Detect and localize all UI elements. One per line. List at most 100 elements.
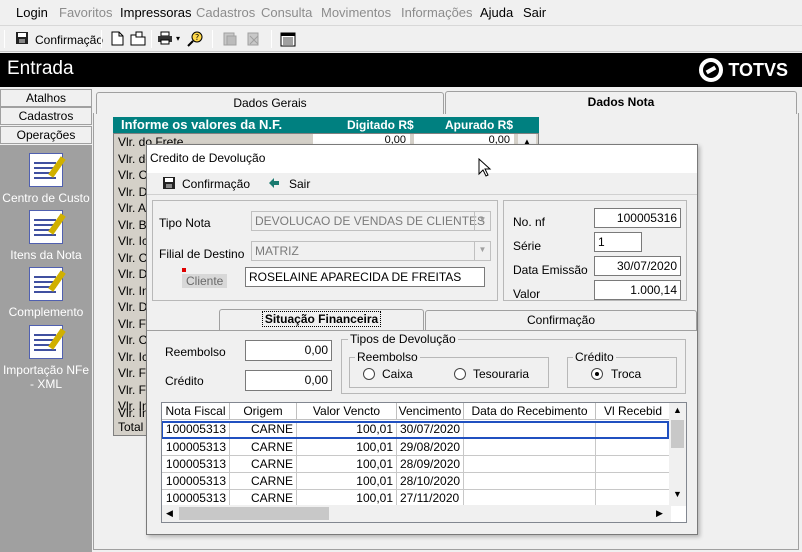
reembolso-input[interactable]: 0,00 bbox=[245, 340, 332, 361]
copy-icon[interactable] bbox=[246, 31, 262, 47]
horizontal-scroll-thumb[interactable] bbox=[179, 507, 329, 520]
menu-movimentos[interactable]: Movimentos bbox=[321, 5, 391, 20]
valor-label: Valor bbox=[513, 287, 541, 301]
cadastros-button[interactable]: Cadastros bbox=[0, 107, 92, 125]
col-header-origem[interactable]: Origem bbox=[230, 403, 297, 420]
valor-input[interactable]: 1.000,14 bbox=[594, 280, 681, 300]
tesouraria-radio[interactable] bbox=[454, 368, 466, 380]
scroll-left-icon[interactable]: ◀ bbox=[166, 508, 173, 519]
exit-arrow-icon[interactable] bbox=[268, 177, 280, 189]
credito-input[interactable]: 0,00 bbox=[245, 370, 332, 391]
left-panel: Atalhos Cadastros Operações Centro de Cu… bbox=[0, 89, 93, 552]
troca-radio[interactable] bbox=[591, 368, 603, 380]
col-header-vencimento[interactable]: Vencimento bbox=[397, 403, 464, 420]
cell-valor-vencto[interactable]: 100,01 bbox=[297, 421, 397, 438]
col-header-nota-fiscal[interactable]: Nota Fiscal bbox=[162, 403, 230, 420]
caixa-label[interactable]: Caixa bbox=[382, 367, 413, 381]
credito-group-legend: Crédito bbox=[573, 350, 616, 364]
cell-origem[interactable]: CARNE bbox=[230, 456, 297, 473]
menu-cadastros[interactable]: Cadastros bbox=[196, 5, 255, 20]
calendar-icon[interactable] bbox=[280, 31, 296, 47]
scroll-right-icon[interactable]: ▶ bbox=[656, 508, 663, 519]
cell-origem[interactable]: CARNE bbox=[230, 421, 297, 438]
vertical-scroll-thumb[interactable] bbox=[671, 420, 684, 448]
troca-label[interactable]: Troca bbox=[611, 367, 641, 381]
cell-vencimento[interactable]: 30/07/2020 bbox=[397, 421, 464, 438]
grid-vertical-scrollbar[interactable]: ▲ ▼ bbox=[669, 403, 686, 506]
tab-confirmacao[interactable]: Confirmação bbox=[425, 310, 697, 331]
menu-login[interactable]: Login bbox=[16, 5, 48, 20]
no-nf-label: No. nf bbox=[513, 215, 546, 229]
col-header-vl-recebido[interactable]: Vl Recebid bbox=[596, 403, 671, 420]
cell-data-recebimento[interactable] bbox=[464, 473, 596, 490]
cell-vl-recebido[interactable] bbox=[596, 473, 671, 490]
menu-consulta[interactable]: Consulta bbox=[261, 5, 312, 20]
new-document-icon[interactable] bbox=[109, 31, 125, 47]
save-icon[interactable] bbox=[14, 31, 30, 47]
tab-dados-gerais[interactable]: Dados Gerais bbox=[96, 92, 444, 114]
serie-input[interactable]: 1 bbox=[594, 232, 642, 252]
cell-vencimento[interactable]: 28/09/2020 bbox=[397, 456, 464, 473]
menu-ajuda[interactable]: Ajuda bbox=[480, 5, 513, 20]
required-marker-icon bbox=[182, 268, 186, 272]
atalhos-button[interactable]: Atalhos bbox=[0, 89, 92, 107]
credito-radio-group: Crédito Troca bbox=[567, 350, 677, 388]
dialog-exit-button[interactable]: Sair bbox=[289, 177, 310, 191]
cell-valor-vencto[interactable]: 100,01 bbox=[297, 473, 397, 490]
cliente-input[interactable]: ROSELAINE APARECIDA DE FREITAS bbox=[245, 267, 485, 287]
data-emissao-input[interactable]: 30/07/2020 bbox=[594, 256, 681, 276]
chevron-down-icon[interactable]: ▾ bbox=[176, 34, 180, 43]
cell-data-recebimento[interactable] bbox=[464, 421, 596, 438]
scroll-up-icon[interactable]: ▲ bbox=[673, 405, 682, 415]
save-icon[interactable] bbox=[162, 176, 176, 190]
cell-nota-fiscal[interactable]: 100005313 bbox=[162, 439, 230, 456]
chevron-down-icon[interactable]: ▼ bbox=[474, 212, 490, 230]
scroll-down-icon[interactable]: ▼ bbox=[673, 489, 682, 499]
menu-sair[interactable]: Sair bbox=[523, 5, 546, 20]
col-header-valor-vencto[interactable]: Valor Vencto bbox=[297, 403, 397, 420]
values-header-title: Informe os valores da N.F. bbox=[121, 117, 283, 132]
cell-vencimento[interactable]: 28/10/2020 bbox=[397, 473, 464, 490]
filial-destino-select[interactable]: MATRIZ ▼ bbox=[251, 241, 491, 261]
cell-nota-fiscal[interactable]: 100005313 bbox=[162, 473, 230, 490]
tab-dados-nota[interactable]: Dados Nota bbox=[445, 91, 797, 114]
tipos-devolucao-legend: Tipos de Devolução bbox=[348, 332, 458, 346]
menu-impressoras[interactable]: Impressoras bbox=[120, 5, 192, 20]
grid-horizontal-scrollbar[interactable]: ◀ ▶ bbox=[162, 505, 671, 522]
cell-origem[interactable]: CARNE bbox=[230, 473, 297, 490]
cell-nota-fiscal[interactable]: 100005313 bbox=[162, 456, 230, 473]
open-document-icon[interactable] bbox=[130, 31, 146, 47]
cell-vl-recebido[interactable] bbox=[596, 456, 671, 473]
op-importacao-nfe-xml[interactable]: Importação NFe - XML bbox=[0, 325, 92, 391]
chevron-down-icon[interactable]: ▼ bbox=[474, 242, 490, 260]
menu-favoritos[interactable]: Favoritos bbox=[59, 5, 112, 20]
caixa-radio[interactable] bbox=[363, 368, 375, 380]
menu-informacoes[interactable]: Informações bbox=[401, 5, 473, 20]
toolbar: Confirmação ▾ ? bbox=[0, 26, 802, 52]
cell-nota-fiscal[interactable]: 100005313 bbox=[162, 421, 230, 438]
search-help-icon[interactable]: ? bbox=[187, 31, 203, 47]
cell-data-recebimento[interactable] bbox=[464, 439, 596, 456]
no-nf-input[interactable]: 100005316 bbox=[594, 208, 681, 228]
cut-icon[interactable] bbox=[222, 31, 238, 47]
op-complemento[interactable]: Complemento bbox=[0, 267, 92, 319]
operacoes-button[interactable]: Operações bbox=[0, 126, 92, 144]
op-itens-da-nota[interactable]: Itens da Nota bbox=[0, 210, 92, 262]
cell-vencimento[interactable]: 29/08/2020 bbox=[397, 439, 464, 456]
nota-info-group: Tipo Nota DEVOLUCAO DE VENDAS DE CLIENTE… bbox=[152, 200, 498, 301]
printer-icon[interactable] bbox=[157, 31, 173, 47]
cell-vl-recebido[interactable] bbox=[596, 439, 671, 456]
tesouraria-label[interactable]: Tesouraria bbox=[473, 367, 529, 381]
dialog-confirm-button[interactable]: Confirmação bbox=[182, 177, 250, 191]
tab-situacao-financeira[interactable]: Situação Financeira bbox=[219, 309, 424, 331]
totvs-brand-text: TOTVS bbox=[728, 59, 788, 80]
col-header-data-recebimento[interactable]: Data do Recebimento bbox=[464, 403, 596, 420]
cell-valor-vencto[interactable]: 100,01 bbox=[297, 456, 397, 473]
toolbar-confirm-label[interactable]: Confirmação bbox=[35, 33, 103, 47]
tipo-nota-select[interactable]: DEVOLUCAO DE VENDAS DE CLIENTES ▼ bbox=[251, 211, 491, 231]
cell-vl-recebido[interactable] bbox=[596, 421, 671, 438]
cell-data-recebimento[interactable] bbox=[464, 456, 596, 473]
cell-origem[interactable]: CARNE bbox=[230, 439, 297, 456]
op-centro-de-custo[interactable]: Centro de Custo bbox=[0, 153, 92, 205]
cell-valor-vencto[interactable]: 100,01 bbox=[297, 439, 397, 456]
